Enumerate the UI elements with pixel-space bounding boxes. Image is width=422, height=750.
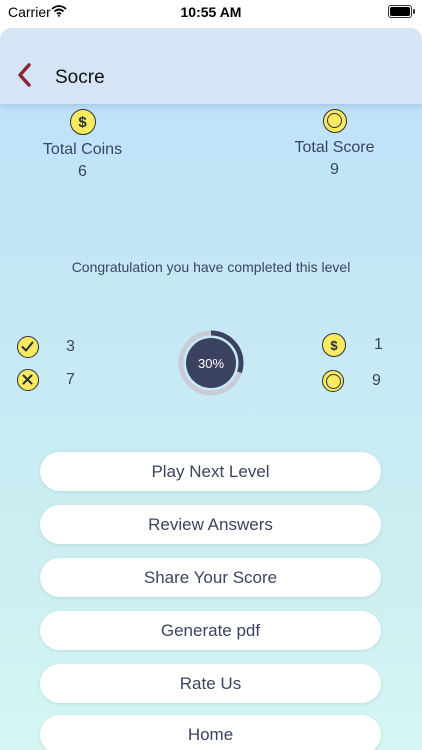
check-icon — [17, 336, 39, 358]
correct-count: 3 — [66, 338, 75, 355]
clock: 10:55 AM — [180, 4, 242, 20]
correct-answers-row: 3 — [17, 336, 75, 358]
total-score-value: 9 — [330, 161, 339, 178]
home-button[interactable]: Home — [40, 715, 381, 750]
wrong-answers-row: 7 — [17, 369, 75, 391]
score-coin-icon — [322, 370, 344, 392]
total-score-stat: Total Score 9 — [272, 109, 397, 179]
total-coins-stat: $ Total Coins 6 — [20, 109, 145, 181]
navigation-bar: Socre — [0, 28, 422, 104]
progress-percent: 30% — [197, 355, 225, 371]
wrong-count: 7 — [66, 371, 75, 388]
cross-icon — [17, 369, 39, 391]
score-coin-icon — [322, 109, 347, 133]
earned-score-row: 9 — [322, 370, 381, 392]
progress-ring: 30% — [178, 330, 244, 396]
generate-pdf-button[interactable]: Generate pdf — [40, 611, 381, 650]
rate-us-button[interactable]: Rate Us — [40, 664, 381, 703]
back-button[interactable] — [14, 62, 36, 88]
score-screen: Socre $ Total Coins 6 Total Score 9 Cong… — [0, 28, 422, 750]
earned-coins-row: $ 1 — [322, 333, 383, 357]
total-coins-value: 6 — [78, 163, 87, 180]
status-bar: Carrier 10:55 AM — [0, 0, 422, 24]
congratulation-message: Congratulation you have completed this l… — [71, 259, 351, 275]
total-coins-label: Total Coins — [42, 141, 123, 158]
page-title: Socre — [55, 67, 105, 88]
total-score-label: Total Score — [294, 139, 375, 156]
dollar-coin-icon: $ — [322, 333, 346, 357]
review-answers-button[interactable]: Review Answers — [40, 505, 381, 544]
chevron-left-icon — [18, 63, 31, 87]
battery-icon — [388, 5, 415, 18]
earned-score-count: 9 — [372, 372, 381, 389]
share-score-button[interactable]: Share Your Score — [40, 558, 381, 597]
dollar-coin-icon: $ — [69, 109, 96, 135]
earned-coins-count: 1 — [374, 336, 383, 353]
play-next-level-button[interactable]: Play Next Level — [40, 452, 381, 491]
